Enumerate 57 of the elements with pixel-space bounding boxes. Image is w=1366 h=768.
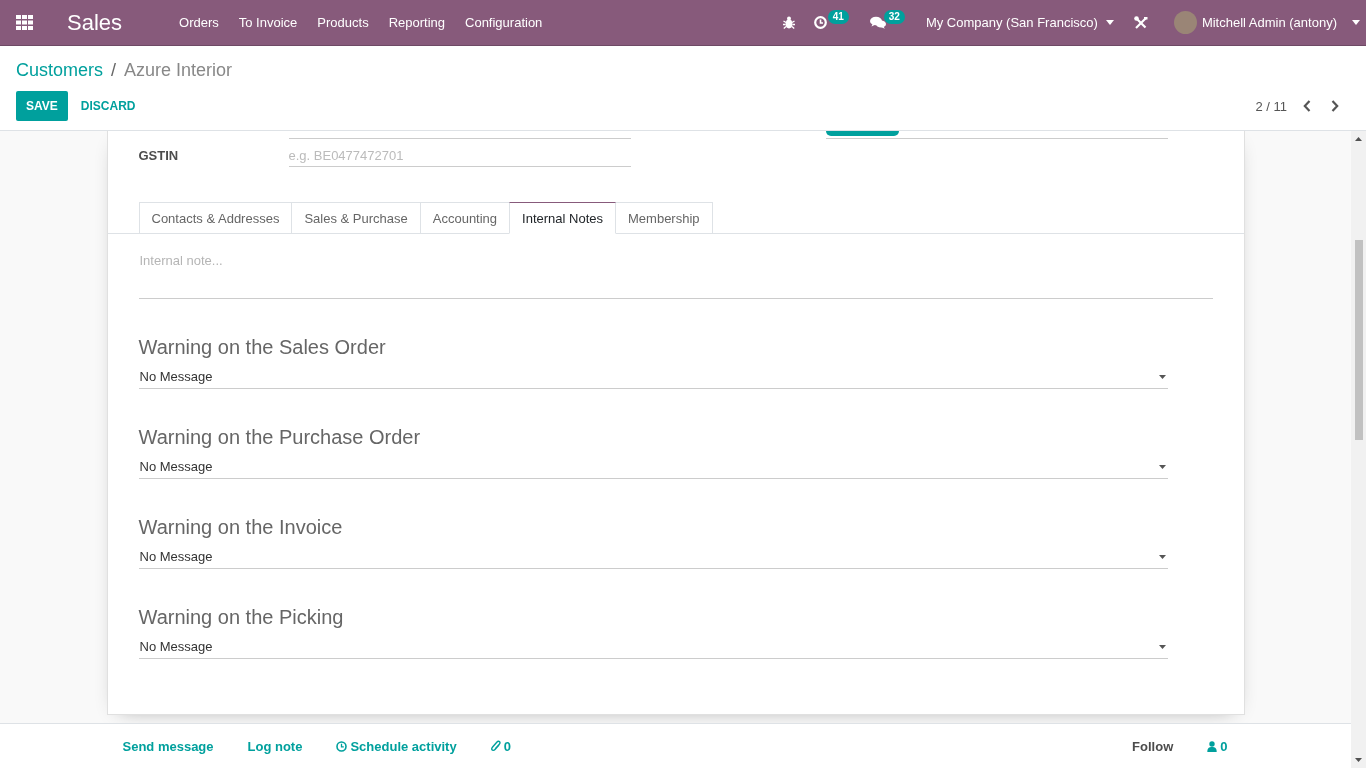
breadcrumb-current: Azure Interior (124, 59, 233, 82)
followers-button[interactable]: 0 (1207, 738, 1228, 754)
scroll-down-arrow-icon[interactable] (1355, 758, 1362, 762)
app-name: Sales (67, 9, 123, 36)
save-button[interactable]: SAVE (16, 91, 68, 121)
scrollbar[interactable] (1351, 131, 1366, 768)
tools-icon[interactable] (1133, 15, 1148, 30)
menu-item[interactable]: Reporting (378, 12, 455, 33)
menu-item[interactable]: Orders (169, 12, 229, 33)
clock-icon (336, 740, 348, 752)
tag-field[interactable] (825, 131, 1168, 139)
clock-icon[interactable] (813, 15, 827, 29)
caret-icon (1158, 645, 1166, 649)
dropdown-field[interactable]: No Message (138, 454, 1168, 479)
chevron-left-icon[interactable] (1303, 100, 1311, 112)
attachments-button[interactable]: 0 (490, 738, 511, 754)
activity-counter: 41 (827, 9, 849, 24)
tab[interactable]: Membership (615, 202, 713, 234)
section-heading: Warning on the Invoice (138, 515, 344, 540)
menu-item[interactable]: Configuration (455, 12, 553, 33)
discard-button[interactable]: DISCARD (70, 91, 146, 121)
caret-icon (1158, 375, 1166, 379)
company-switcher[interactable]: My Company (San Francisco) (925, 12, 1114, 33)
section-heading: Warning on the Picking (138, 605, 345, 630)
tab[interactable]: Contacts & Addresses (138, 202, 293, 234)
paperclip-icon (490, 740, 501, 752)
message-counter: 32 (883, 9, 905, 24)
chat-icon[interactable] (869, 15, 886, 29)
input-field[interactable]: e.g. BE0477472701 (288, 144, 631, 167)
menu-item[interactable]: To Invoice (228, 12, 308, 33)
section-heading: Warning on the Sales Order (138, 335, 387, 360)
breadcrumb-separator: / (111, 59, 117, 82)
section-heading: Warning on the Purchase Order (138, 425, 422, 450)
apps-menu-icon[interactable] (16, 15, 33, 30)
menu-item[interactable]: Products (307, 12, 379, 33)
scroll-up-arrow-icon[interactable] (1355, 137, 1362, 141)
user-icon (1207, 740, 1218, 752)
follow-button[interactable]: Follow (1132, 738, 1174, 754)
caret-icon (1158, 465, 1166, 469)
tab[interactable]: Internal Notes (509, 202, 616, 234)
user-menu[interactable]: Mitchell Admin (antony) (1173, 11, 1360, 34)
dropdown-field[interactable]: No Message (138, 364, 1168, 389)
pager-value: 2 / 11 (1255, 98, 1287, 114)
dropdown-field[interactable]: No Message (138, 544, 1168, 569)
dropdown-field[interactable]: No Message (138, 634, 1168, 659)
chevron-right-icon[interactable] (1331, 100, 1339, 112)
schedule-activity-link[interactable]: Schedule activity (336, 738, 457, 754)
field-label: GSTIN (138, 148, 180, 163)
caret-icon (1352, 20, 1360, 25)
chatter-link[interactable]: Send message (122, 738, 214, 754)
chatter-link[interactable]: Log note (247, 738, 303, 754)
breadcrumb-link[interactable]: Customers (16, 58, 104, 82)
avatar (1173, 11, 1197, 34)
bug-icon[interactable] (782, 16, 795, 29)
caret-icon (1105, 20, 1114, 25)
caret-icon (1158, 555, 1166, 559)
scrollbar-thumb[interactable] (1354, 240, 1363, 440)
